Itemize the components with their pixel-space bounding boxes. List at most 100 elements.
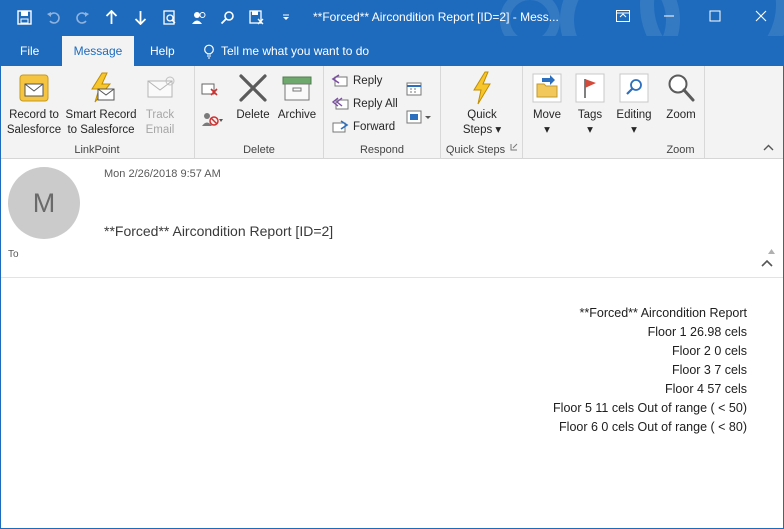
tags-dropdown-icon: ▾ (587, 124, 593, 136)
editing-button[interactable]: Editing ▾ (613, 70, 655, 138)
ignore-button[interactable] (201, 78, 219, 100)
reply-button[interactable]: Reply (331, 70, 382, 92)
quick-access-toolbar (10, 4, 300, 30)
group-zoom: Zoom Zoom (657, 66, 705, 159)
group-move: Move ▾ (523, 66, 569, 159)
group-tags: Tags ▾ (569, 66, 611, 159)
ribbon-display-icon[interactable] (600, 0, 646, 32)
ignore-icon (201, 83, 218, 96)
customize-qat-icon[interactable] (271, 4, 300, 30)
track-envelope-icon (139, 70, 181, 106)
lightning-envelope-icon (63, 70, 139, 106)
track-label-2: Email (145, 124, 175, 136)
move-folder-icon (527, 70, 567, 106)
forward-icon (332, 120, 349, 133)
editing-label: Editing (616, 109, 652, 121)
body-line-heading: **Forced** Aircondition Report (579, 306, 747, 320)
delete-label: Delete (236, 109, 270, 121)
quick-steps-label-2: Steps ▾ (462, 124, 502, 136)
track-label-1: Track (145, 109, 175, 121)
forward-button[interactable]: Forward (331, 116, 395, 138)
quick-steps-label-1: Quick (467, 109, 497, 121)
arrow-up-icon[interactable] (97, 4, 126, 30)
archive-box-icon (275, 70, 319, 106)
collapse-ribbon-icon[interactable] (763, 140, 774, 154)
reply-all-button[interactable]: Reply All (331, 93, 398, 115)
people-icon[interactable] (184, 4, 213, 30)
group-label-zoom: Zoom (666, 144, 695, 156)
dialog-launcher-icon[interactable] (510, 140, 518, 154)
quick-steps-button[interactable]: Quick Steps ▾ (458, 70, 506, 138)
group-quick-steps: Quick Steps ▾ Quick Steps (441, 66, 523, 159)
junk-button[interactable] (201, 108, 223, 130)
tab-help[interactable]: Help (150, 36, 175, 66)
record-label-1: Record to (9, 109, 59, 121)
more-respond-icon (406, 110, 431, 124)
scroll-up-icon[interactable] (768, 243, 775, 257)
meeting-icon (406, 82, 422, 96)
editing-dropdown-icon: ▾ (631, 124, 637, 136)
group-editing: Editing ▾ (611, 66, 657, 159)
reply-icon (331, 74, 348, 87)
ribbon: Record to Salesforce Smart Record to Sal… (0, 66, 784, 159)
meeting-button[interactable] (406, 78, 424, 100)
body-line-floor-6: Floor 6 0 cels Out of range ( < 80) (559, 420, 747, 434)
message-subject: **Forced** Aircondition Report [ID=2] (104, 223, 334, 239)
chevron-up-icon[interactable] (761, 256, 773, 270)
message-date: Mon 2/26/2018 9:57 AM (104, 168, 221, 180)
redo-icon[interactable] (68, 4, 97, 30)
print-preview-icon[interactable] (155, 4, 184, 30)
move-dropdown-icon: ▾ (544, 124, 550, 136)
message-header: M Mon 2/26/2018 9:57 AM **Forced** Airco… (0, 160, 784, 278)
lightbulb-icon (204, 44, 214, 59)
ribbon-tabs: File Message Help Tell me what you want … (0, 36, 784, 66)
group-linkpoint: Record to Salesforce Smart Record to Sal… (0, 66, 195, 159)
save-icon[interactable] (10, 4, 39, 30)
smart-record-button[interactable]: Smart Record to Salesforce (63, 70, 139, 138)
delete-x-icon (233, 70, 273, 106)
archive-button[interactable]: Archive (275, 70, 319, 123)
junk-icon (202, 113, 223, 126)
title-bar: **Forced** Aircondition Report [ID=2] - … (0, 0, 784, 36)
avatar-initial: M (32, 187, 56, 218)
record-to-salesforce-button[interactable]: Record to Salesforce (4, 70, 64, 138)
tags-button[interactable]: Tags ▾ (571, 70, 609, 138)
minimize-icon[interactable] (646, 0, 692, 32)
reply-label: Reply (353, 75, 383, 87)
forward-label: Forward (353, 121, 396, 133)
search-icon[interactable] (213, 4, 242, 30)
save-as-icon[interactable] (242, 4, 271, 30)
group-label-delete: Delete (243, 144, 275, 156)
more-respond-button[interactable] (406, 106, 432, 128)
group-delete: Delete Archive Delete (195, 66, 324, 159)
move-label: Move (532, 109, 562, 121)
editing-search-icon (613, 70, 655, 106)
zoom-button[interactable]: Zoom (660, 70, 702, 123)
tab-message[interactable]: Message (62, 36, 134, 66)
window-border-left (0, 66, 1, 529)
group-label-respond: Respond (359, 144, 405, 156)
undo-icon[interactable] (39, 4, 68, 30)
smart-label-2: to Salesforce (67, 124, 135, 136)
tell-me-box[interactable]: Tell me what you want to do (203, 36, 369, 66)
maximize-icon[interactable] (692, 0, 738, 32)
window-controls (600, 0, 784, 36)
move-button[interactable]: Move ▾ (527, 70, 567, 138)
magnifier-icon (660, 70, 702, 106)
avatar[interactable]: M (8, 167, 80, 239)
flag-icon (571, 70, 609, 106)
delete-button[interactable]: Delete (233, 70, 273, 123)
arrow-down-icon[interactable] (126, 4, 155, 30)
body-line-floor-3: Floor 3 7 cels (671, 363, 747, 377)
body-line-floor-1: Floor 1 26.98 cels (647, 325, 747, 339)
reply-all-label: Reply All (353, 98, 398, 110)
tell-me-text: Tell me what you want to do (221, 44, 370, 58)
group-respond: Reply Reply All Forward Respond (324, 66, 441, 159)
record-label-2: Salesforce (6, 124, 62, 136)
body-text: **Forced** Aircondition Report Floor 1 2… (553, 304, 747, 437)
envelope-record-icon (4, 70, 64, 106)
track-email-button[interactable]: Track Email (139, 70, 181, 138)
tab-file[interactable]: File (20, 36, 39, 66)
close-icon[interactable] (738, 0, 784, 32)
lightning-icon (458, 70, 506, 106)
